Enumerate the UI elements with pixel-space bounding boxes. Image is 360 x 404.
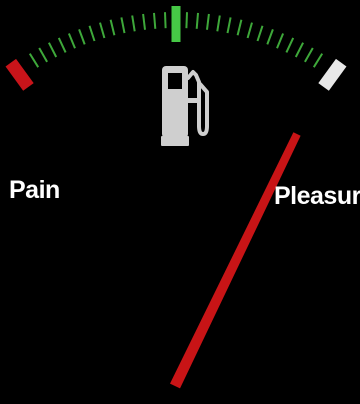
gauge-tick [109,19,116,36]
gauge-tick [266,29,274,45]
gauge-tick [131,15,136,32]
gauge-tick [48,42,58,58]
gauge-tick [88,25,96,42]
gauge-tick [226,17,232,34]
empty-end-marker [5,58,34,91]
gauge-tick [276,33,285,49]
gauge-tick [57,37,67,53]
gauge-tick [285,37,295,53]
gauge-tick [304,47,314,63]
right-end-label: Pleasure [274,182,360,210]
gauge-tick [294,42,304,58]
gauge-tick [185,12,188,29]
fuel-pump-icon [161,66,209,146]
gauge-tick [38,47,48,63]
gauge-tick [99,22,106,39]
gauge-tick [67,33,76,49]
gauge-tick [195,12,199,29]
full-end-marker [318,58,347,91]
gauge-tick-marks [28,6,324,68]
gauge-tick [120,17,126,34]
gauge-tick [216,15,221,32]
gauge-tick [153,12,157,29]
gauge-tick [312,53,324,68]
gauge-tick [28,53,40,68]
gauge-tick [142,13,146,30]
gauge-tick [164,12,167,29]
gauge-needle [170,132,301,389]
gauge-tick [78,29,86,45]
left-end-label: Pain [9,176,60,204]
gauge-tick [246,22,253,39]
gauge-tick [236,19,243,36]
gauge-tick [206,13,210,30]
gauge-tick [256,25,264,42]
